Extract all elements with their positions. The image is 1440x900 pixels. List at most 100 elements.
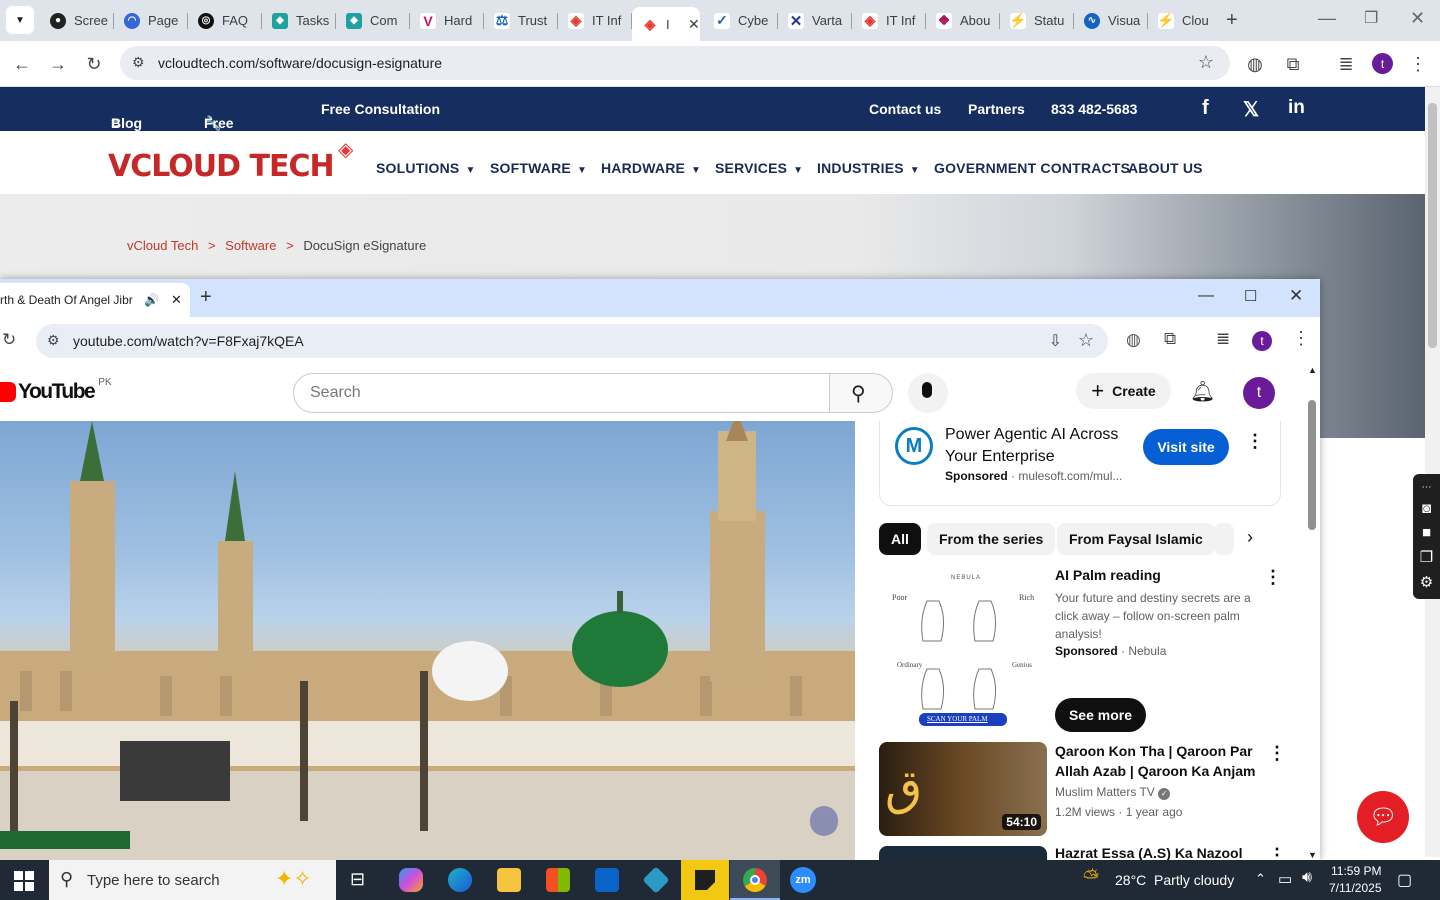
chip-all[interactable]: All — [879, 523, 921, 555]
youtube-scrollbar[interactable]: ▲ ▼ — [1305, 365, 1320, 860]
mail-icon[interactable] — [595, 868, 619, 892]
browser-tab-active[interactable]: ◈ I ✕ — [632, 7, 700, 41]
menu-government-contracts[interactable]: GOVERNMENT CONTRACTS — [934, 160, 1130, 176]
profile-avatar[interactable]: t — [1252, 331, 1272, 351]
minimize-icon[interactable]: — — [1318, 8, 1336, 29]
browser-tab[interactable]: ◈ IT Inf — [558, 7, 632, 34]
partners-link[interactable]: Partners — [968, 101, 1025, 117]
video-more-options-icon[interactable]: ⋮ — [1268, 743, 1286, 764]
video-thumbnail[interactable] — [879, 846, 1047, 860]
video-thumbnail[interactable]: ق 54:10 — [879, 742, 1047, 836]
linkedin-icon[interactable]: in — [1288, 97, 1305, 119]
channel-name[interactable]: Muslim Matters TV — [1055, 785, 1155, 799]
settings-icon[interactable]: ⚙ — [1420, 573, 1433, 591]
address-bar[interactable]: ⚙ youtube.com/watch?v=F8Fxaj7kQEA ⇩ ☆ — [36, 324, 1108, 358]
close-tab-icon[interactable]: ✕ — [688, 16, 700, 33]
search-button[interactable]: ⚲ — [829, 373, 893, 413]
browser-tab[interactable]: ❖ Abou — [926, 7, 1000, 34]
browser-tab[interactable]: ◈ IT Inf — [852, 7, 926, 34]
notifications-icon[interactable]: ▢ — [1397, 870, 1412, 890]
video-more-options-icon[interactable]: ⋮ — [1268, 845, 1286, 860]
new-tab-icon[interactable]: + — [200, 286, 212, 309]
palm-ad-more-options-icon[interactable]: ⋮ — [1264, 567, 1282, 588]
restore-icon[interactable]: ❐ — [1364, 8, 1378, 28]
menu-industries[interactable]: INDUSTRIES ▼ — [817, 160, 920, 176]
bookmark-star-icon[interactable]: ☆ — [1078, 330, 1094, 351]
translate-icon[interactable]: ◍ — [1244, 53, 1266, 75]
audio-playing-icon[interactable]: 🔊 — [144, 293, 159, 307]
menu-services[interactable]: SERVICES ▼ — [715, 160, 803, 176]
video-player[interactable] — [0, 421, 855, 860]
breadcrumb-software[interactable]: Software — [225, 238, 276, 253]
browser-menu-icon[interactable]: ⋮ — [1292, 328, 1310, 349]
youtube-tab[interactable]: rth & Death Of Angel Jibr 🔊 ✕ — [0, 283, 190, 317]
chip-next-partial[interactable] — [1214, 523, 1234, 555]
sticky-notes-icon[interactable] — [681, 860, 729, 900]
facebook-icon[interactable]: f — [1202, 97, 1209, 120]
menu-hardware[interactable]: HARDWARE ▼ — [601, 160, 701, 176]
voice-search-button[interactable] — [908, 373, 948, 413]
window-capture-icon[interactable]: ❐ — [1420, 548, 1433, 566]
microsoft-store-icon[interactable] — [546, 868, 570, 892]
browser-tab[interactable]: V Hard — [410, 7, 484, 34]
x-twitter-icon[interactable]: 𝕏 — [1243, 97, 1259, 122]
camera-icon[interactable]: ◙ — [1422, 500, 1431, 517]
scrollbar-thumb[interactable] — [1428, 103, 1437, 348]
start-windows-icon[interactable] — [14, 871, 34, 891]
scroll-up-icon[interactable]: ▲ — [1308, 365, 1317, 375]
browser-tab[interactable]: ◆ Tasks — [262, 7, 336, 34]
page-scrollbar[interactable] — [1425, 87, 1440, 857]
reload-icon[interactable]: ↻ — [83, 53, 105, 75]
bookmark-star-icon[interactable]: ☆ — [1198, 52, 1214, 73]
taskbar-search-box[interactable]: ⚲ Type here to search ✦✧ — [49, 860, 336, 900]
extensions-icon[interactable]: ⧉ — [1164, 329, 1176, 349]
live-chat-button[interactable]: 💬︎ — [1357, 791, 1409, 843]
show-hidden-icons[interactable]: ⌃ — [1255, 871, 1266, 887]
menu-software[interactable]: SOFTWARE ▼ — [490, 160, 587, 176]
file-explorer-icon[interactable] — [497, 868, 521, 892]
address-bar[interactable]: ⚙ vcloudtech.com/software/docusign-esign… — [120, 46, 1230, 80]
contact-link[interactable]: Contact us — [869, 101, 941, 117]
forward-icon[interactable]: → — [47, 53, 69, 75]
close-window-icon[interactable]: ✕ — [1410, 8, 1425, 29]
weather-text[interactable]: 28°C Partly cloudy — [1115, 872, 1234, 888]
extensions-icon[interactable]: ⧉ — [1282, 53, 1304, 75]
browser-tab[interactable]: ◆ Com — [336, 7, 410, 34]
minimize-icon[interactable]: — — [1198, 287, 1214, 305]
scrollbar-thumb[interactable] — [1308, 400, 1316, 530]
close-tab-icon[interactable]: ✕ — [171, 292, 182, 308]
edge-browser-icon[interactable] — [448, 868, 472, 892]
site-info-icon[interactable]: ⚙ — [47, 332, 60, 349]
create-button[interactable]: + Create — [1076, 373, 1171, 409]
browser-tab[interactable]: ⚡ Clou — [1148, 7, 1222, 34]
more-options-icon[interactable]: ⋯ — [1422, 482, 1432, 493]
browser-tab[interactable]: ● Scree — [40, 7, 114, 34]
weather-icon[interactable]: ⛅︎ — [1083, 867, 1099, 890]
zoom-icon[interactable]: zm — [790, 867, 816, 893]
site-info-icon[interactable]: ⚙ — [132, 54, 145, 71]
translate-icon[interactable]: ◍ — [1126, 330, 1141, 350]
browser-tab[interactable]: ✓ Cybe — [704, 7, 778, 34]
video-record-icon[interactable]: ■ — [1422, 524, 1431, 541]
tab-search-button[interactable]: ▼ — [6, 6, 34, 34]
visit-site-button[interactable]: Visit site — [1143, 429, 1229, 465]
chip-from-faysal-islamic[interactable]: From Faysal Islamic — [1057, 523, 1215, 555]
menu-solutions[interactable]: SOLUTIONS ▼ — [376, 160, 476, 176]
browser-tab[interactable]: ⚡ Statu — [1000, 7, 1074, 34]
new-tab-icon[interactable]: + — [1226, 9, 1238, 32]
reload-icon[interactable]: ↻ — [2, 330, 16, 350]
sponsored-ad-card[interactable]: M Power Agentic AI Across Your Enterpris… — [879, 421, 1281, 506]
back-icon[interactable]: ← — [11, 53, 33, 75]
menu-about-us[interactable]: ABOUT US — [1128, 160, 1203, 176]
video-title[interactable]: Qaroon Kon Tha | Qaroon Par Allah Azab |… — [1055, 741, 1261, 781]
youtube-logo[interactable]: YouTube PK — [0, 377, 112, 404]
install-app-icon[interactable]: ⇩ — [1049, 331, 1062, 351]
palm-ad-thumbnail[interactable]: NEBULA Poor Rich Ordinary Genius SCAN YO… — [879, 569, 1047, 729]
task-view-icon[interactable]: ⊟ — [350, 869, 365, 890]
clock-date[interactable]: 7/11/2025 — [1329, 881, 1382, 895]
video-title[interactable]: Hazrat Essa (A.S) Ka Nazool — [1055, 843, 1261, 860]
vcloud-logo[interactable]: VCLOUD TECH ◈ — [108, 137, 353, 184]
browser-tab[interactable]: ⚖ Trust — [484, 7, 558, 34]
palm-ad-title[interactable]: AI Palm reading — [1055, 565, 1255, 585]
profile-avatar[interactable]: t — [1372, 53, 1393, 74]
